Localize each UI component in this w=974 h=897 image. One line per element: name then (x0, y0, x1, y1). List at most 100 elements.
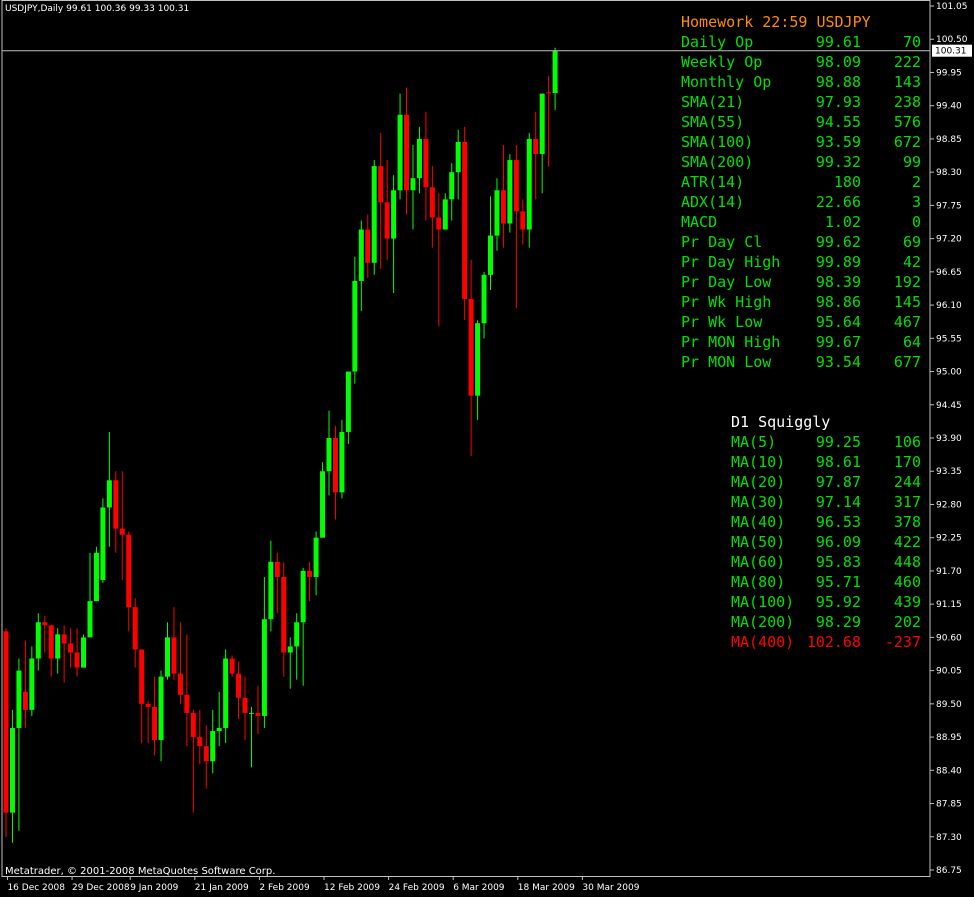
y-tick-label: 94.45 (936, 401, 962, 411)
panel-row-label: MA(40) (731, 513, 786, 531)
candle (397, 93, 403, 200)
candle (294, 613, 300, 680)
panel-row: Pr Wk High 98.86 145 (681, 292, 921, 312)
panel-row-label: Pr Wk Low (681, 313, 763, 331)
panel-row-value: 93.59 (815, 133, 861, 151)
candle (552, 47, 558, 110)
panel-row-pips: 202 (893, 613, 921, 631)
chart-header: USDJPY,Daily 99.61 100.36 99.33 100.31 (5, 4, 189, 14)
candle (100, 498, 106, 584)
panel-row-label: MA(30) (731, 493, 786, 511)
panel-row-value: 96.53 (815, 513, 861, 531)
panel-row-pips: 677 (893, 353, 921, 371)
panel-row-value: 97.93 (815, 93, 861, 111)
candle (42, 616, 48, 653)
panel-row-value: 94.55 (815, 113, 861, 131)
candle-body (378, 166, 384, 203)
candle-body (526, 138, 532, 230)
candle-body (345, 371, 351, 432)
candle-body (455, 141, 461, 173)
candle-body (9, 728, 15, 813)
panel-row: MA(400) 102.68 -237 (731, 632, 921, 652)
panel-row: SMA(100) 93.59 672 (681, 132, 921, 152)
candle (216, 691, 222, 747)
panel-row-value: 96.09 (815, 533, 861, 551)
candle-body (416, 138, 422, 179)
y-tick-label: 93.35 (936, 467, 962, 477)
x-tick-label: 2 Feb 2009 (259, 883, 310, 893)
candle (384, 160, 390, 260)
copyright-text: Metatrader, © 2001-2008 MetaQuotes Softw… (5, 866, 276, 877)
candle-body (100, 507, 106, 580)
candle (242, 676, 248, 741)
panel-row: MA(60) 95.83 448 (731, 552, 921, 572)
panel-row-pips: 170 (893, 453, 921, 471)
candle-body (68, 643, 74, 653)
panel-row: Pr Day High 99.89 42 (681, 252, 921, 272)
panel-row-label: MA(400) (731, 633, 795, 651)
candle-body (307, 570, 313, 577)
candle (481, 271, 487, 339)
chart-window[interactable]: 101.05 100.50 99.95 99.40 98.85 98.30 97.75 97.… (0, 0, 974, 897)
panel-row-pips: 238 (893, 93, 921, 111)
y-tick-label: 96.10 (936, 301, 962, 311)
candle-body (313, 537, 319, 577)
panel-row-value: 98.29 (815, 613, 861, 631)
candle (165, 622, 170, 680)
candle (152, 676, 158, 756)
candle-body (287, 646, 293, 653)
candle (488, 196, 493, 290)
panel-row: MA(40) 96.53 378 (731, 512, 921, 532)
candle (16, 658, 22, 831)
panel-row: Pr Day Low 98.39 192 (681, 272, 921, 292)
panel-row: Weekly Op 98.09 222 (681, 52, 921, 72)
candle (190, 709, 196, 813)
candle (539, 93, 545, 194)
panel-row-pips: 460 (893, 573, 921, 591)
panel-row-pips: 576 (893, 113, 921, 131)
candle (229, 655, 235, 677)
candle-body (281, 576, 287, 653)
candle-body (404, 114, 410, 191)
candle (345, 371, 351, 445)
candle-body (165, 637, 170, 677)
panel-row: SMA(200) 99.32 99 (681, 152, 921, 172)
candle (429, 166, 435, 248)
panel-row-value: 180 (833, 173, 861, 191)
candle-body (475, 323, 481, 396)
candle-body (113, 480, 119, 529)
candle (61, 625, 67, 683)
y-tick-label: 97.20 (936, 235, 962, 245)
candle (255, 685, 261, 735)
panel-title: Homework 22:59 USDJPY (681, 13, 871, 31)
panel-row-value: 98.88 (815, 73, 861, 91)
panel-row-label: SMA(200) (681, 153, 754, 171)
candle-body (242, 697, 248, 713)
panel-row-pips: 3 (911, 193, 921, 211)
candle-body (488, 235, 493, 275)
panel-row-value: 99.89 (815, 253, 861, 271)
candle-body (216, 728, 222, 732)
panel-row-pips: 106 (893, 433, 921, 451)
candle (339, 419, 345, 499)
y-tick-label: 87.30 (936, 833, 962, 843)
panel-row-pips: 672 (893, 133, 921, 151)
panel-row-label: MA(100) (731, 593, 795, 611)
candle (197, 709, 203, 765)
x-tick-label: 24 Feb 2009 (389, 883, 445, 893)
candle (248, 706, 254, 768)
candle-body (268, 561, 274, 620)
x-tick-label: 29 Dec 2008 (72, 883, 130, 893)
panel-row-value: 98.09 (815, 53, 861, 71)
candle (3, 628, 9, 837)
x-tick-label: 30 Mar 2009 (582, 883, 639, 893)
panel-row: MA(10) 98.61 170 (731, 452, 921, 472)
candle (106, 431, 112, 547)
candle (268, 540, 274, 632)
candle-body (93, 552, 99, 602)
panel-row-label: SMA(21) (681, 93, 745, 111)
panel-row: SMA(55) 94.55 576 (681, 112, 921, 132)
panel-row-label: Monthly Op (681, 73, 772, 91)
panel-row-label: Pr MON Low (681, 353, 772, 371)
candle-body (42, 622, 48, 626)
